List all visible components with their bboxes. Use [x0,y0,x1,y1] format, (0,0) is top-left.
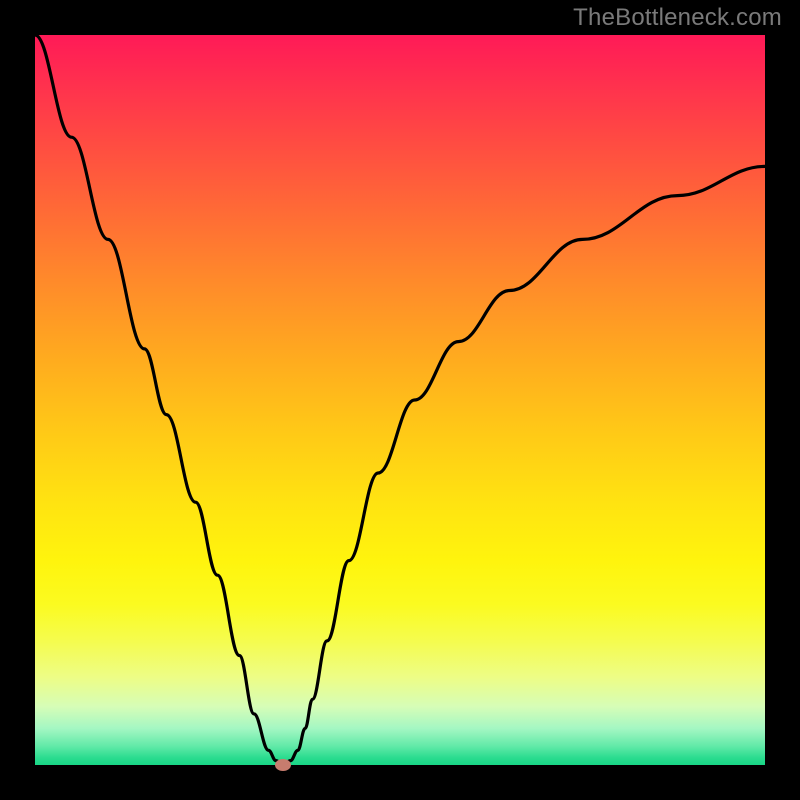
chart-outer-frame: TheBottleneck.com [0,0,800,800]
plot-area [35,35,765,765]
optimal-point-marker [275,759,291,771]
bottleneck-curve [35,35,765,765]
watermark-text: TheBottleneck.com [573,4,782,32]
